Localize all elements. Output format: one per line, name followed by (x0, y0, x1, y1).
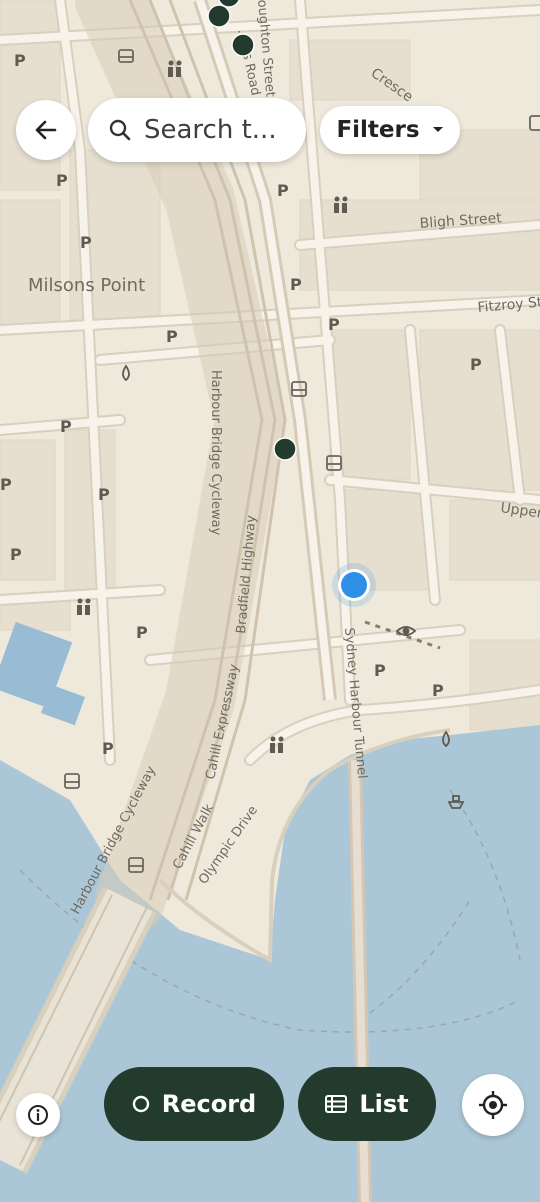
list-button[interactable]: List (298, 1067, 436, 1141)
record-button[interactable]: Record (104, 1067, 284, 1141)
observation-marker[interactable] (231, 33, 255, 57)
parking-icon: P (102, 739, 114, 758)
list-label: List (359, 1090, 409, 1118)
info-icon (28, 1105, 48, 1125)
parking-icon: P (0, 475, 12, 494)
parking-icon: P (277, 181, 289, 200)
street-label-harbour-bridge-cycleway-upper: Harbour Bridge Cycleway (208, 370, 223, 536)
bottom-bar: Record List (0, 1066, 540, 1146)
info-button[interactable] (16, 1093, 60, 1137)
circle-outline-icon (132, 1095, 149, 1113)
search-placeholder: Search t... (144, 115, 277, 145)
observation-marker[interactable] (273, 437, 297, 461)
parking-icon: P (80, 233, 92, 252)
parking-icon: P (290, 275, 302, 294)
search-icon (109, 119, 131, 141)
top-bar: Search t... Filters (0, 98, 540, 164)
search-input[interactable]: Search t... (88, 98, 306, 162)
parking-icon: P (166, 327, 178, 346)
parking-icon: P (10, 545, 22, 564)
observation-marker[interactable] (207, 4, 231, 28)
list-icon (325, 1095, 348, 1113)
user-location-marker (332, 563, 376, 607)
filters-label: Filters (336, 117, 420, 143)
place-label-milsons-point: Milsons Point (28, 275, 145, 296)
parking-icon: P (136, 623, 148, 642)
parking-icon: P (60, 417, 72, 436)
record-label: Record (161, 1090, 257, 1118)
parking-icon: P (98, 485, 110, 504)
parking-icon: P (328, 315, 340, 334)
back-button[interactable] (16, 100, 76, 160)
parking-icon: P (470, 355, 482, 374)
locate-button[interactable] (462, 1074, 524, 1136)
parking-icon: P (14, 51, 26, 70)
filters-button[interactable]: Filters (320, 106, 460, 154)
caret-down-icon (432, 127, 443, 132)
parking-icon: P (56, 171, 68, 190)
parking-icon: P (432, 681, 444, 700)
parking-icon: P (374, 661, 386, 680)
map-view[interactable]: Milsons Point Bligh Street Fitzroy St Up… (0, 0, 540, 1202)
locate-crosshair-icon (479, 1091, 507, 1119)
arrow-left-icon (35, 120, 57, 140)
